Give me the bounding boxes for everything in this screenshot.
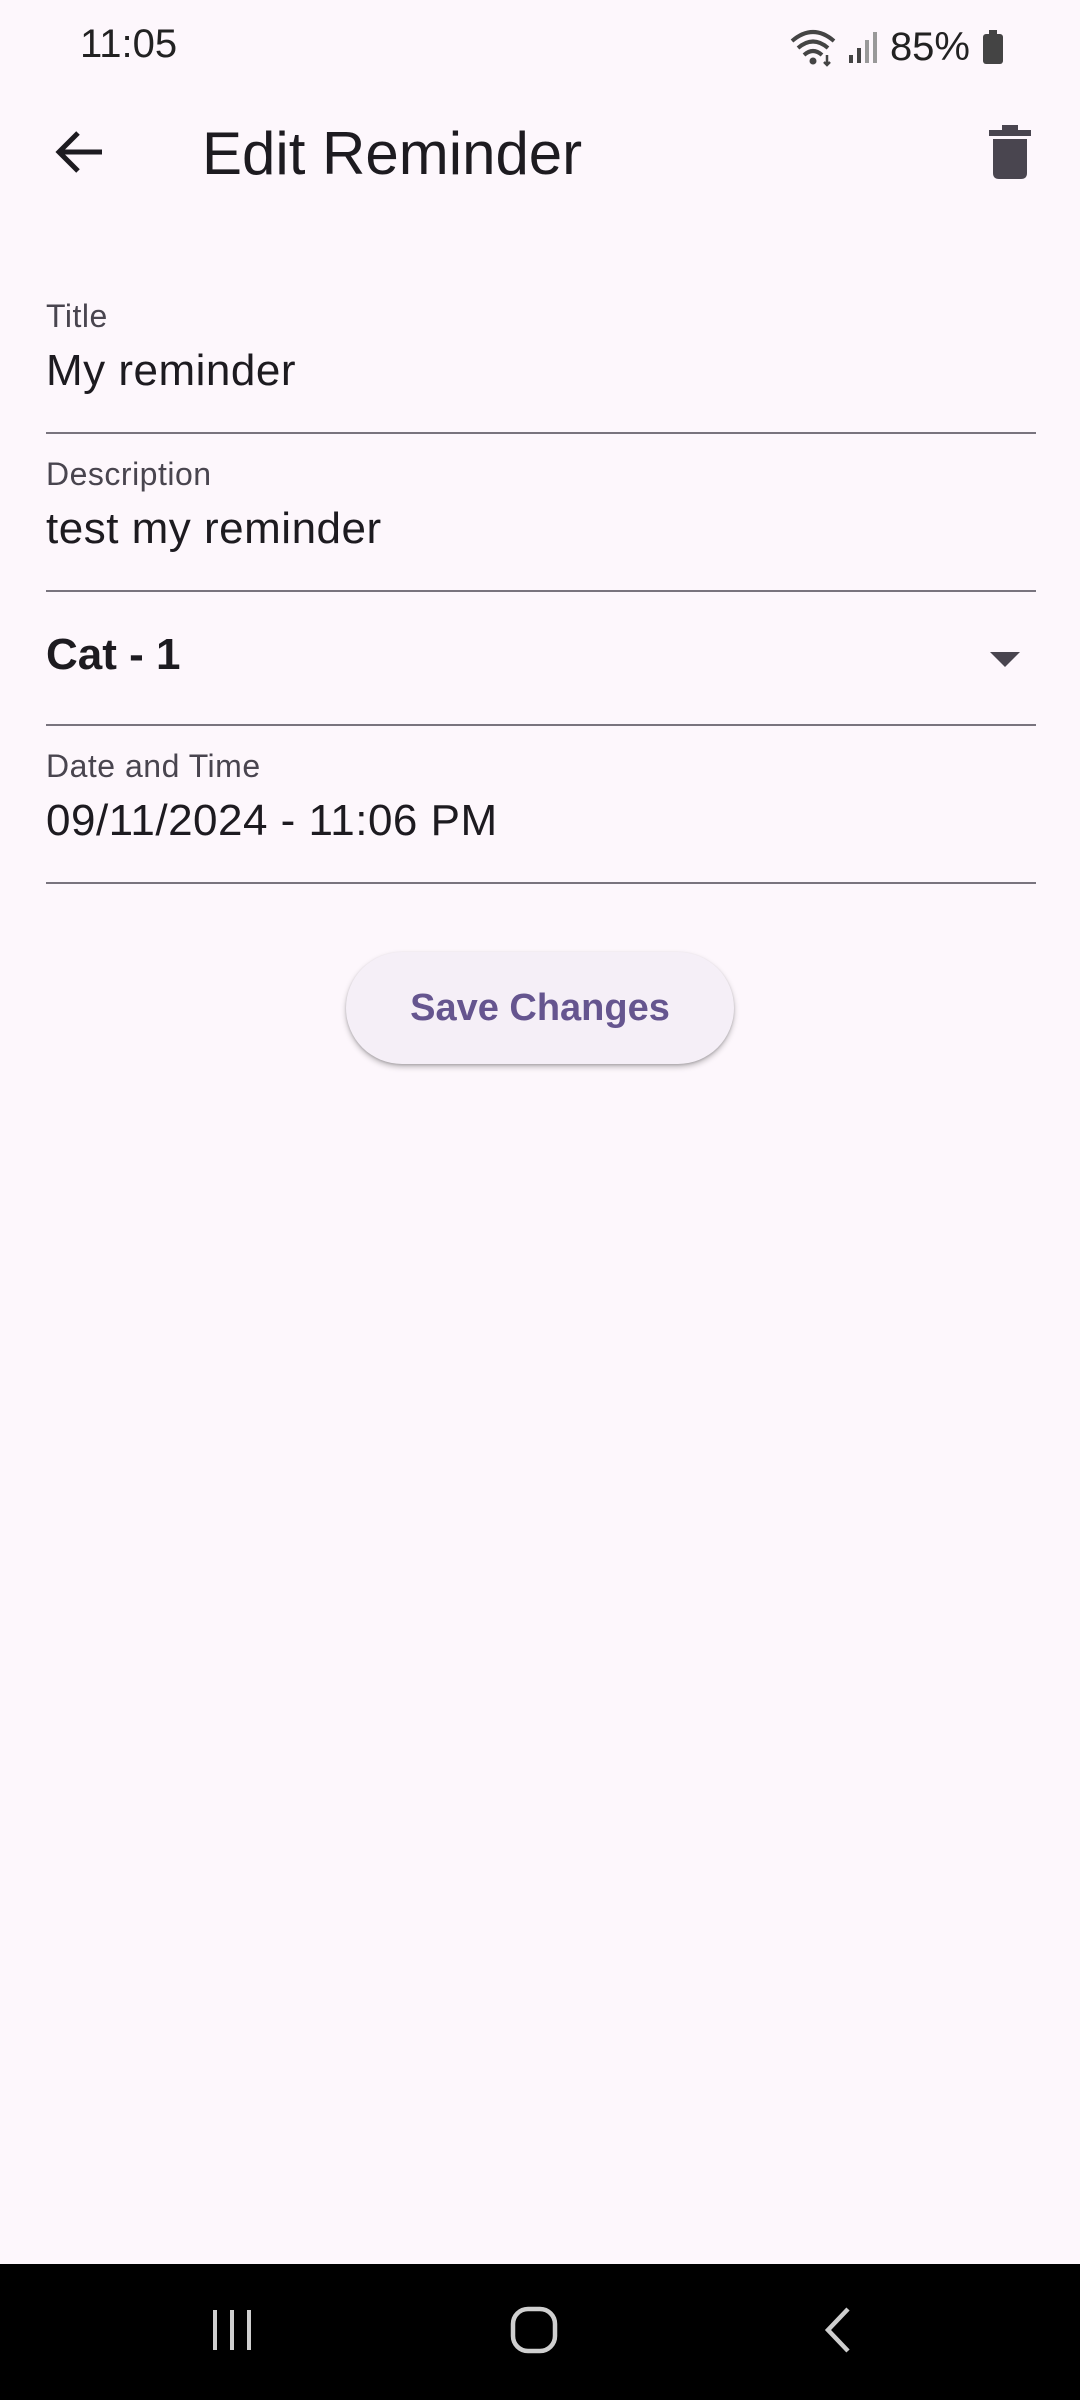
status-time: 11:05 [80, 22, 178, 66]
wifi-icon [790, 27, 836, 67]
system-nav-bar [0, 2264, 1080, 2400]
save-changes-button[interactable]: Save Changes [346, 952, 734, 1064]
category-selected-value: Cat - 1 [46, 630, 181, 679]
date-time-input[interactable]: 09/11/2024 - 11:06 PM [46, 796, 498, 846]
description-label: Description [46, 456, 212, 492]
battery-icon [982, 29, 1004, 65]
app-bar: Edit Reminder [0, 96, 1080, 212]
nav-back-button[interactable] [788, 2292, 888, 2372]
status-bar: 11:05 85% [0, 0, 1080, 96]
status-icons: 85% [790, 22, 1004, 72]
trash-icon [989, 124, 1031, 184]
description-field[interactable]: Description test my reminder [46, 448, 1036, 592]
home-icon [510, 2306, 558, 2359]
signal-icon [848, 29, 878, 65]
delete-button[interactable] [970, 114, 1050, 194]
title-input[interactable]: My reminder [46, 346, 296, 396]
home-button[interactable] [484, 2292, 584, 2372]
title-field[interactable]: Title My reminder [46, 290, 1036, 434]
title-label: Title [46, 298, 108, 334]
description-input[interactable]: test my reminder [46, 504, 382, 554]
category-dropdown[interactable]: Cat - 1 [46, 594, 1036, 726]
date-time-label: Date and Time [46, 748, 261, 784]
recents-icon [210, 2308, 254, 2357]
recents-button[interactable] [182, 2292, 282, 2372]
battery-percent: 85% [889, 24, 970, 69]
page-title: Edit Reminder [202, 120, 583, 187]
dropdown-arrow-icon [990, 652, 1020, 667]
arrow-back-icon [54, 129, 106, 180]
back-button[interactable] [40, 114, 120, 194]
edit-reminder-screen: 11:05 85% Edit Reminder Title My reminde… [0, 0, 1080, 2400]
date-time-field[interactable]: Date and Time 09/11/2024 - 11:06 PM [46, 740, 1036, 884]
back-icon [822, 2306, 854, 2359]
